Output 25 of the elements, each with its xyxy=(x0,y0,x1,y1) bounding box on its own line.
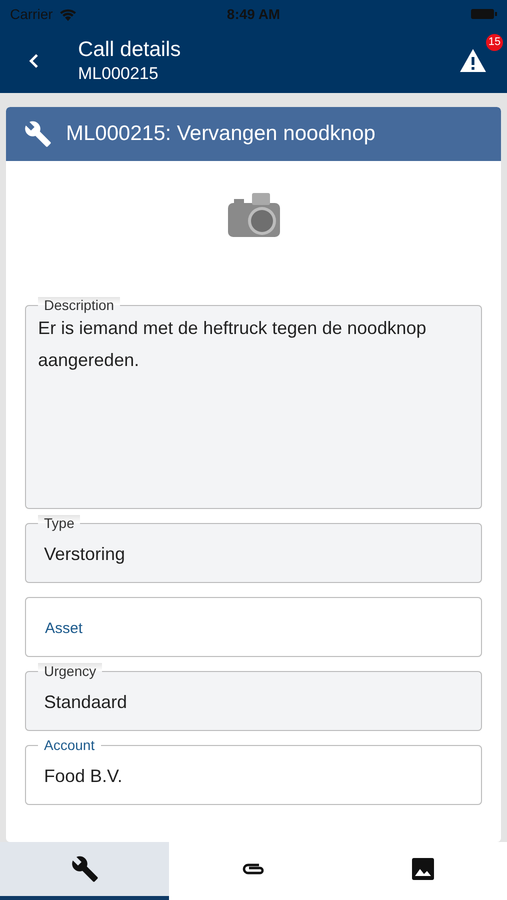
field-label: Type xyxy=(38,515,80,531)
field-label: Urgency xyxy=(38,663,102,679)
wrench-icon xyxy=(70,855,98,883)
screen-title: Call details xyxy=(78,38,182,62)
image-icon xyxy=(410,857,434,881)
warning-icon xyxy=(459,48,487,73)
field-label: Account xyxy=(38,737,101,753)
text-field[interactable] xyxy=(25,597,482,657)
field-value: Food B.V. xyxy=(44,765,124,788)
clock-time: 8:49 AM xyxy=(226,6,280,22)
wrench-icon xyxy=(24,120,52,148)
paperclip-icon xyxy=(240,861,266,877)
back-icon xyxy=(28,52,40,68)
notification-badge: 15 xyxy=(486,34,503,51)
field-label: Asset xyxy=(45,619,83,639)
tab[interactable] xyxy=(0,842,169,900)
screen-subtitle: ML000215 xyxy=(78,64,160,84)
card-title: ML000215: Vervangen noodknop xyxy=(66,122,376,146)
field-value: Verstoring xyxy=(44,543,126,566)
carrier-name: Carrier xyxy=(10,6,53,22)
wifi-icon xyxy=(58,8,77,20)
battery-icon xyxy=(471,8,498,20)
field-value: Er is iemand met de heftruck tegen de noodknop aangereden. xyxy=(38,317,428,372)
field-label: Description xyxy=(38,297,120,313)
field-value: Standaard xyxy=(44,691,128,714)
